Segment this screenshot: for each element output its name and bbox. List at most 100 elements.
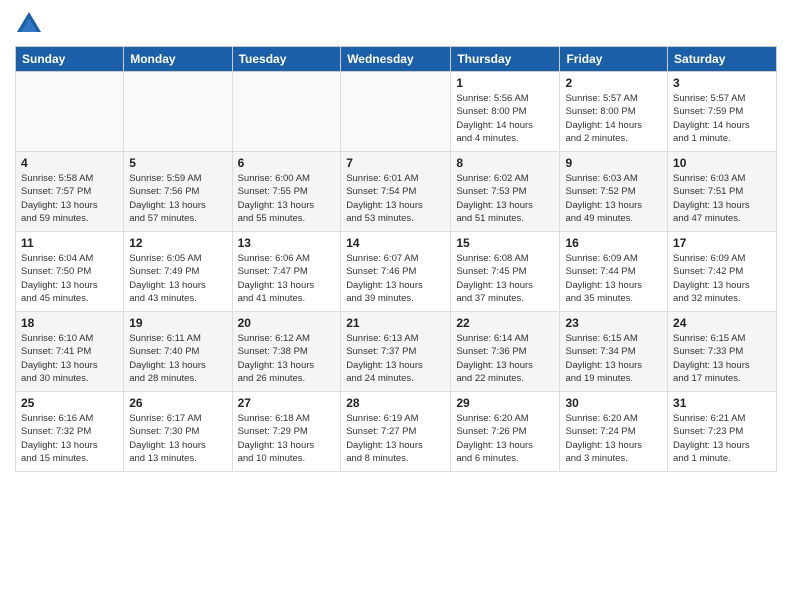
day-number: 31 bbox=[673, 396, 771, 410]
week-row-2: 4 Sunrise: 5:58 AM Sunset: 7:57 PM Daylig… bbox=[16, 152, 777, 232]
day-number: 3 bbox=[673, 76, 771, 90]
day-info: Sunrise: 6:20 AM Sunset: 7:24 PM Dayligh… bbox=[565, 412, 662, 465]
day-header-monday: Monday bbox=[124, 47, 232, 72]
week-row-4: 18 Sunrise: 6:10 AM Sunset: 7:41 PM Dayli… bbox=[16, 312, 777, 392]
calendar-cell bbox=[232, 72, 341, 152]
day-number: 19 bbox=[129, 316, 226, 330]
calendar-cell: 16 Sunrise: 6:09 AM Sunset: 7:44 PM Dayli… bbox=[560, 232, 668, 312]
week-row-1: 1 Sunrise: 5:56 AM Sunset: 8:00 PM Daylig… bbox=[16, 72, 777, 152]
day-info: Sunrise: 6:03 AM Sunset: 7:52 PM Dayligh… bbox=[565, 172, 662, 225]
calendar-cell: 2Sunrise: 5:57 AM Sunset: 8:00 PM Daylig… bbox=[560, 72, 668, 152]
calendar-cell: 6Sunrise: 6:00 AM Sunset: 7:55 PM Daylig… bbox=[232, 152, 341, 232]
logo-icon bbox=[15, 10, 43, 38]
day-number: 10 bbox=[673, 156, 771, 170]
day-number: 30 bbox=[565, 396, 662, 410]
day-info: Sunrise: 6:09 AM Sunset: 7:42 PM Dayligh… bbox=[673, 252, 771, 305]
day-number: 18 bbox=[21, 316, 118, 330]
day-info: Sunrise: 6:07 AM Sunset: 7:46 PM Dayligh… bbox=[346, 252, 445, 305]
calendar-cell: 14 Sunrise: 6:07 AM Sunset: 7:46 PM Dayli… bbox=[341, 232, 451, 312]
calendar-cell: 8Sunrise: 6:02 AM Sunset: 7:53 PM Daylig… bbox=[451, 152, 560, 232]
day-info: Sunrise: 6:03 AM Sunset: 7:51 PM Dayligh… bbox=[673, 172, 771, 225]
calendar-cell: 5 Sunrise: 5:59 AM Sunset: 7:56 PM Daylig… bbox=[124, 152, 232, 232]
calendar-cell: 20Sunrise: 6:12 AM Sunset: 7:38 PM Dayli… bbox=[232, 312, 341, 392]
week-row-5: 25Sunrise: 6:16 AM Sunset: 7:32 PM Dayli… bbox=[16, 392, 777, 472]
day-number: 14 bbox=[346, 236, 445, 250]
day-number: 28 bbox=[346, 396, 445, 410]
day-number: 9 bbox=[565, 156, 662, 170]
calendar-cell: 26 Sunrise: 6:17 AM Sunset: 7:30 PM Dayli… bbox=[124, 392, 232, 472]
day-number: 21 bbox=[346, 316, 445, 330]
day-number: 25 bbox=[21, 396, 118, 410]
calendar-cell bbox=[16, 72, 124, 152]
day-info: Sunrise: 6:09 AM Sunset: 7:44 PM Dayligh… bbox=[565, 252, 662, 305]
calendar-cell: 23 Sunrise: 6:15 AM Sunset: 7:34 PM Dayli… bbox=[560, 312, 668, 392]
calendar-cell: 9 Sunrise: 6:03 AM Sunset: 7:52 PM Daylig… bbox=[560, 152, 668, 232]
calendar-cell: 28Sunrise: 6:19 AM Sunset: 7:27 PM Dayli… bbox=[341, 392, 451, 472]
day-info: Sunrise: 6:15 AM Sunset: 7:34 PM Dayligh… bbox=[565, 332, 662, 385]
day-info: Sunrise: 5:58 AM Sunset: 7:57 PM Dayligh… bbox=[21, 172, 118, 225]
day-header-saturday: Saturday bbox=[668, 47, 777, 72]
calendar-cell: 18 Sunrise: 6:10 AM Sunset: 7:41 PM Dayli… bbox=[16, 312, 124, 392]
day-number: 16 bbox=[565, 236, 662, 250]
day-number: 26 bbox=[129, 396, 226, 410]
day-number: 6 bbox=[238, 156, 336, 170]
day-number: 24 bbox=[673, 316, 771, 330]
day-number: 13 bbox=[238, 236, 336, 250]
day-number: 17 bbox=[673, 236, 771, 250]
calendar-cell: 24 Sunrise: 6:15 AM Sunset: 7:33 PM Dayli… bbox=[668, 312, 777, 392]
page: SundayMondayTuesdayWednesdayThursdayFrid… bbox=[0, 0, 792, 612]
day-header-wednesday: Wednesday bbox=[341, 47, 451, 72]
day-info: Sunrise: 6:21 AM Sunset: 7:23 PM Dayligh… bbox=[673, 412, 771, 465]
day-info: Sunrise: 6:01 AM Sunset: 7:54 PM Dayligh… bbox=[346, 172, 445, 225]
calendar-header-row: SundayMondayTuesdayWednesdayThursdayFrid… bbox=[16, 47, 777, 72]
day-number: 4 bbox=[21, 156, 118, 170]
calendar-cell: 29 Sunrise: 6:20 AM Sunset: 7:26 PM Dayli… bbox=[451, 392, 560, 472]
day-number: 29 bbox=[456, 396, 554, 410]
calendar-cell: 1 Sunrise: 5:56 AM Sunset: 8:00 PM Daylig… bbox=[451, 72, 560, 152]
day-number: 15 bbox=[456, 236, 554, 250]
day-header-thursday: Thursday bbox=[451, 47, 560, 72]
day-number: 22 bbox=[456, 316, 554, 330]
day-number: 5 bbox=[129, 156, 226, 170]
day-number: 23 bbox=[565, 316, 662, 330]
day-info: Sunrise: 6:10 AM Sunset: 7:41 PM Dayligh… bbox=[21, 332, 118, 385]
calendar-cell: 11 Sunrise: 6:04 AM Sunset: 7:50 PM Dayli… bbox=[16, 232, 124, 312]
calendar-cell: 27Sunrise: 6:18 AM Sunset: 7:29 PM Dayli… bbox=[232, 392, 341, 472]
day-number: 2 bbox=[565, 76, 662, 90]
day-info: Sunrise: 6:20 AM Sunset: 7:26 PM Dayligh… bbox=[456, 412, 554, 465]
day-header-friday: Friday bbox=[560, 47, 668, 72]
header bbox=[15, 10, 777, 38]
calendar-cell: 13 Sunrise: 6:06 AM Sunset: 7:47 PM Dayli… bbox=[232, 232, 341, 312]
calendar: SundayMondayTuesdayWednesdayThursdayFrid… bbox=[15, 46, 777, 472]
day-number: 1 bbox=[456, 76, 554, 90]
calendar-cell: 21 Sunrise: 6:13 AM Sunset: 7:37 PM Dayli… bbox=[341, 312, 451, 392]
calendar-cell: 22 Sunrise: 6:14 AM Sunset: 7:36 PM Dayli… bbox=[451, 312, 560, 392]
calendar-cell: 25Sunrise: 6:16 AM Sunset: 7:32 PM Dayli… bbox=[16, 392, 124, 472]
day-info: Sunrise: 6:13 AM Sunset: 7:37 PM Dayligh… bbox=[346, 332, 445, 385]
day-number: 12 bbox=[129, 236, 226, 250]
calendar-cell: 12 Sunrise: 6:05 AM Sunset: 7:49 PM Dayli… bbox=[124, 232, 232, 312]
day-number: 11 bbox=[21, 236, 118, 250]
day-info: Sunrise: 6:14 AM Sunset: 7:36 PM Dayligh… bbox=[456, 332, 554, 385]
day-info: Sunrise: 5:59 AM Sunset: 7:56 PM Dayligh… bbox=[129, 172, 226, 225]
calendar-cell: 10 Sunrise: 6:03 AM Sunset: 7:51 PM Dayli… bbox=[668, 152, 777, 232]
week-row-3: 11 Sunrise: 6:04 AM Sunset: 7:50 PM Dayli… bbox=[16, 232, 777, 312]
calendar-cell: 4 Sunrise: 5:58 AM Sunset: 7:57 PM Daylig… bbox=[16, 152, 124, 232]
calendar-cell: 3 Sunrise: 5:57 AM Sunset: 7:59 PM Daylig… bbox=[668, 72, 777, 152]
day-info: Sunrise: 6:15 AM Sunset: 7:33 PM Dayligh… bbox=[673, 332, 771, 385]
day-info: Sunrise: 5:56 AM Sunset: 8:00 PM Dayligh… bbox=[456, 92, 554, 145]
day-info: Sunrise: 6:12 AM Sunset: 7:38 PM Dayligh… bbox=[238, 332, 336, 385]
day-info: Sunrise: 5:57 AM Sunset: 7:59 PM Dayligh… bbox=[673, 92, 771, 145]
day-info: Sunrise: 6:08 AM Sunset: 7:45 PM Dayligh… bbox=[456, 252, 554, 305]
calendar-cell: 19Sunrise: 6:11 AM Sunset: 7:40 PM Dayli… bbox=[124, 312, 232, 392]
day-number: 7 bbox=[346, 156, 445, 170]
day-number: 27 bbox=[238, 396, 336, 410]
calendar-cell: 17 Sunrise: 6:09 AM Sunset: 7:42 PM Dayli… bbox=[668, 232, 777, 312]
logo bbox=[15, 10, 47, 38]
day-info: Sunrise: 6:04 AM Sunset: 7:50 PM Dayligh… bbox=[21, 252, 118, 305]
day-info: Sunrise: 6:17 AM Sunset: 7:30 PM Dayligh… bbox=[129, 412, 226, 465]
day-info: Sunrise: 6:05 AM Sunset: 7:49 PM Dayligh… bbox=[129, 252, 226, 305]
calendar-cell bbox=[341, 72, 451, 152]
day-info: Sunrise: 6:06 AM Sunset: 7:47 PM Dayligh… bbox=[238, 252, 336, 305]
calendar-cell: 7 Sunrise: 6:01 AM Sunset: 7:54 PM Daylig… bbox=[341, 152, 451, 232]
